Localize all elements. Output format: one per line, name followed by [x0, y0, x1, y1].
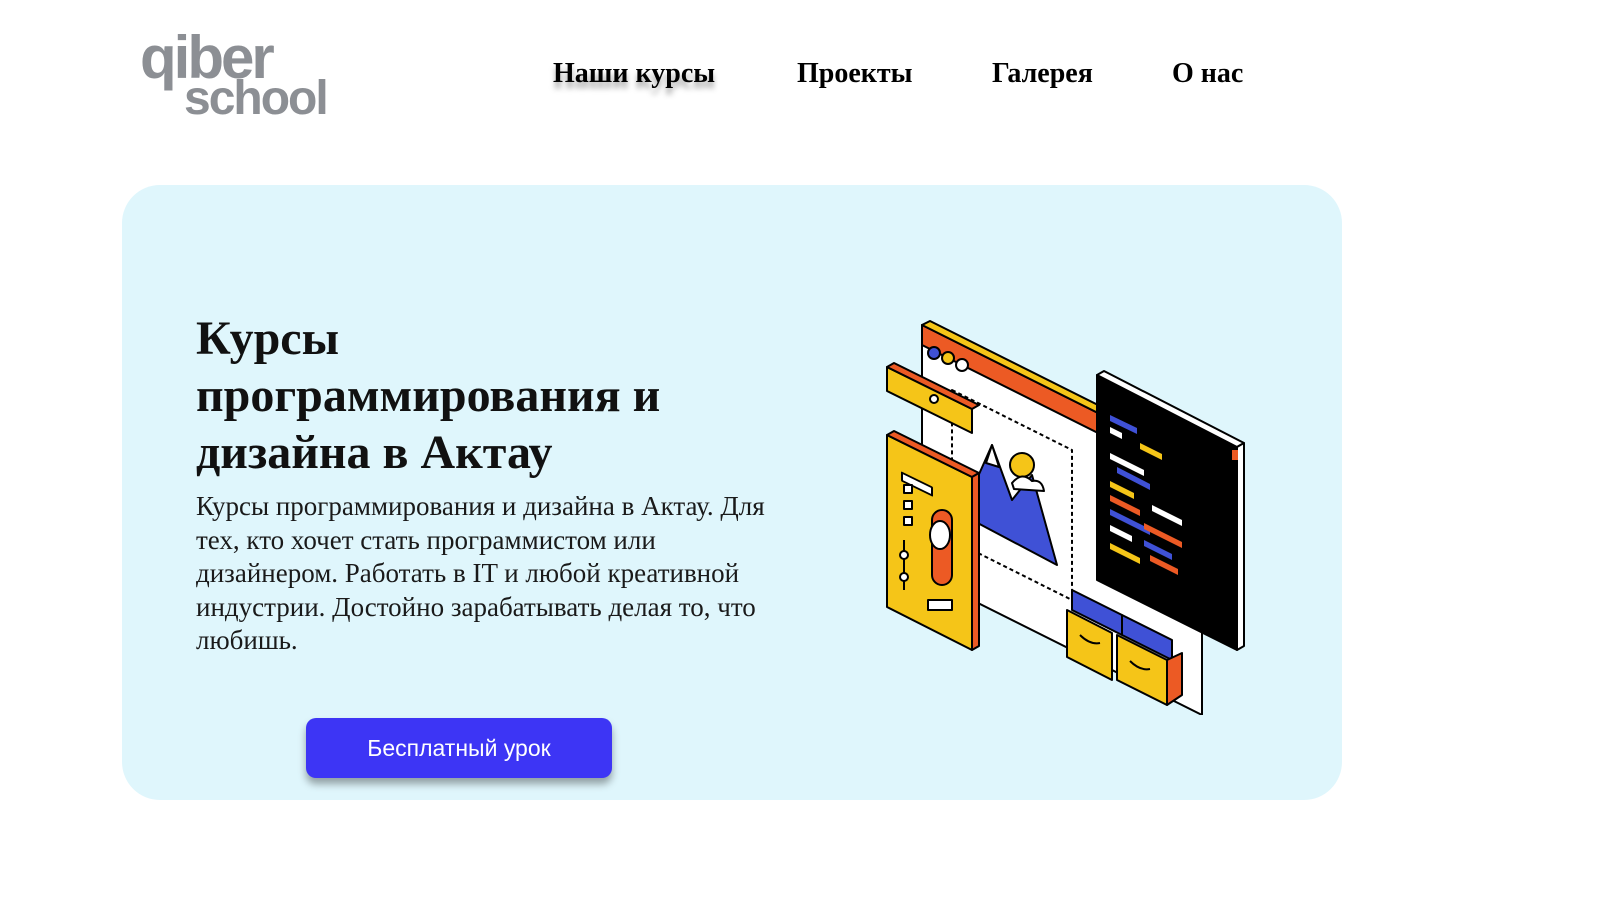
programming-illustration	[886, 320, 1245, 715]
hero-title: Курсы программирования и дизайна в Актау	[196, 312, 661, 479]
logo-line-2: school	[184, 72, 329, 125]
nav-item-gallery[interactable]: Галерея	[992, 58, 1093, 90]
nav-item-projects[interactable]: Проекты	[797, 58, 913, 90]
hero-description: Курсы программирования и дизайна в Актау…	[196, 491, 765, 655]
nav-item-courses[interactable]: Наши курсы	[553, 58, 715, 90]
logo[interactable]: qiber school	[140, 28, 360, 128]
hero-card: Курсы программирования и дизайна в Актау…	[122, 185, 1342, 800]
page: qiber school Наши курсы Проекты Галерея …	[0, 0, 1597, 900]
nav-item-about[interactable]: О нас	[1172, 58, 1243, 90]
free-lesson-button[interactable]: Бесплатный урок	[306, 718, 612, 778]
